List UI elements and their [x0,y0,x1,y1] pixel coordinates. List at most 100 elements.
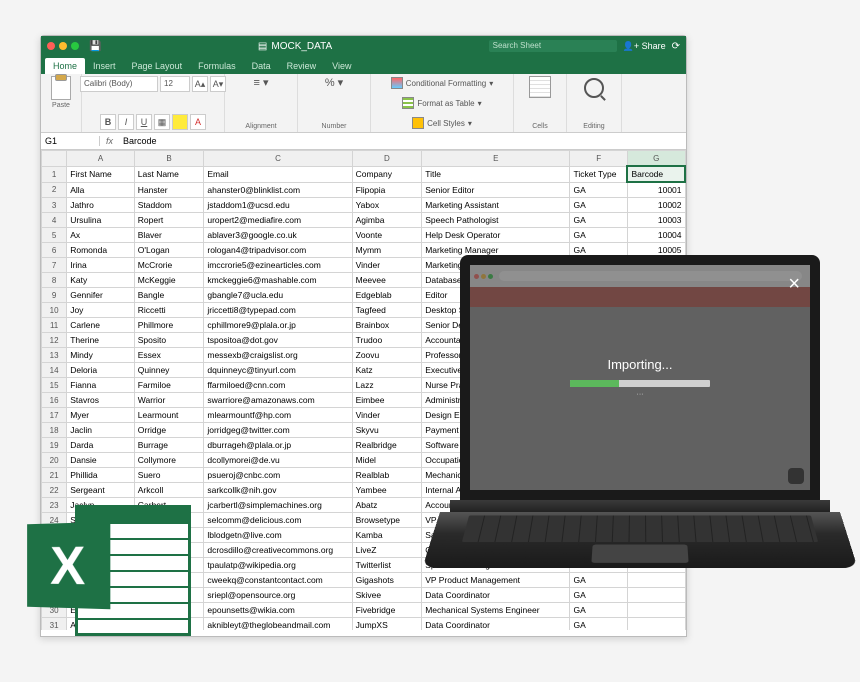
fill-color-button[interactable] [172,114,188,130]
cell[interactable]: uropert2@mediafire.com [204,213,352,228]
cell[interactable]: Eimbee [352,393,422,408]
column-header-C[interactable]: C [204,151,352,167]
cell[interactable]: Quinney [134,363,204,378]
cell[interactable]: selcomm@delicious.com [204,513,352,528]
tab-insert[interactable]: Insert [85,58,124,74]
zoom-dot[interactable] [71,42,79,50]
cell[interactable]: Senior Editor [422,182,570,198]
cell[interactable]: GA [570,213,627,228]
cell-header[interactable]: Barcode [627,166,685,182]
cell[interactable]: 10004 [627,228,685,243]
cell[interactable]: jcarbertl@simplemachines.org [204,498,352,513]
cell-styles-button[interactable]: Cell Styles ▾ [412,117,472,129]
column-header-A[interactable]: A [67,151,135,167]
cell[interactable]: Data Coordinator [422,618,570,631]
cell[interactable]: imccrorie5@ezinearticles.com [204,258,352,273]
cell[interactable]: Speech Pathologist [422,213,570,228]
cell[interactable]: Riccetti [134,303,204,318]
search-sheet-input[interactable]: Search Sheet [489,40,617,52]
cell[interactable]: Twitterlist [352,558,422,573]
row-header[interactable]: 2 [42,182,67,198]
cell[interactable]: GA [570,618,627,631]
cell[interactable]: Stavros [67,393,135,408]
cell[interactable]: Blaver [134,228,204,243]
cell[interactable]: McCrorie [134,258,204,273]
cell[interactable]: Dansie [67,453,135,468]
row-header[interactable]: 18 [42,423,67,438]
cells-icon[interactable] [529,76,551,98]
cell[interactable]: Ropert [134,213,204,228]
close-dot[interactable] [47,42,55,50]
cell[interactable]: Midel [352,453,422,468]
row-header[interactable]: 20 [42,453,67,468]
cell[interactable]: Jathro [67,198,135,213]
row-header[interactable]: 6 [42,243,67,258]
cell[interactable]: aknibleyt@theglobeandmail.com [204,618,352,631]
row-header[interactable]: 10 [42,303,67,318]
cell[interactable]: Mindy [67,348,135,363]
column-header-F[interactable]: F [570,151,627,167]
cell[interactable]: Gennifer [67,288,135,303]
cell[interactable]: cphillmore9@plala.or.jp [204,318,352,333]
cell[interactable]: Marketing Assistant [422,198,570,213]
cell[interactable]: Jaclin [67,423,135,438]
column-header-E[interactable]: E [422,151,570,167]
row-header[interactable]: 4 [42,213,67,228]
cell[interactable]: Essex [134,348,204,363]
cell[interactable]: cweekq@constantcontact.com [204,573,352,588]
close-icon[interactable]: × [788,273,800,296]
font-size-select[interactable]: 12 [160,76,190,92]
cell[interactable]: 10003 [627,213,685,228]
tab-view[interactable]: View [324,58,359,74]
save-icon[interactable]: 💾 [89,41,101,52]
cell[interactable]: Lazz [352,378,422,393]
cell[interactable]: McKeggie [134,273,204,288]
cell[interactable]: messexb@craigslist.org [204,348,352,363]
cell[interactable]: Vinder [352,408,422,423]
share-button[interactable]: 👤+ Share [623,41,666,52]
name-box[interactable]: G1 [41,136,100,146]
cell[interactable]: LiveZ [352,543,422,558]
cell[interactable]: Romonda [67,243,135,258]
cell[interactable]: dquinneyc@tinyurl.com [204,363,352,378]
cell[interactable]: Irina [67,258,135,273]
row-header[interactable]: 9 [42,288,67,303]
row-header[interactable]: 7 [42,258,67,273]
tab-home[interactable]: Home [45,58,85,74]
cell[interactable]: GA [570,182,627,198]
row-header[interactable]: 17 [42,408,67,423]
format-as-table-button[interactable]: Format as Table ▾ [402,97,481,109]
cell-header[interactable]: Title [422,166,570,182]
row-header[interactable]: 11 [42,318,67,333]
cell[interactable]: Agimba [352,213,422,228]
cell[interactable]: Darda [67,438,135,453]
column-header-G[interactable]: G [627,151,685,167]
cell-header[interactable]: Company [352,166,422,182]
row-header[interactable]: 12 [42,333,67,348]
row-header[interactable]: 13 [42,348,67,363]
cell[interactable]: epounsetts@wikia.com [204,603,352,618]
cell[interactable]: Skyvu [352,423,422,438]
cell[interactable]: kmckeggie6@mashable.com [204,273,352,288]
cell[interactable]: Skivee [352,588,422,603]
row-header[interactable]: 21 [42,468,67,483]
cell[interactable]: JumpXS [352,618,422,631]
cell[interactable]: Edgeblab [352,288,422,303]
cell[interactable]: Flipopia [352,182,422,198]
cell[interactable]: Yambee [352,483,422,498]
cell[interactable]: tspositoa@dot.gov [204,333,352,348]
cell-header[interactable]: Last Name [134,166,204,182]
bold-button[interactable]: B [100,114,116,130]
cell[interactable]: gbangle7@ucla.edu [204,288,352,303]
formula-value[interactable]: Barcode [119,136,161,146]
cell[interactable]: Suero [134,468,204,483]
cell[interactable]: Phillmore [134,318,204,333]
cell[interactable]: Phillida [67,468,135,483]
cell[interactable]: Farmiloe [134,378,204,393]
cell[interactable]: rologan4@tripadvisor.com [204,243,352,258]
cell[interactable]: Realblab [352,468,422,483]
cell-header[interactable]: First Name [67,166,135,182]
cell[interactable]: psueroj@cnbc.com [204,468,352,483]
border-button[interactable]: ▦ [154,114,170,130]
cell[interactable]: swarriore@amazonaws.com [204,393,352,408]
